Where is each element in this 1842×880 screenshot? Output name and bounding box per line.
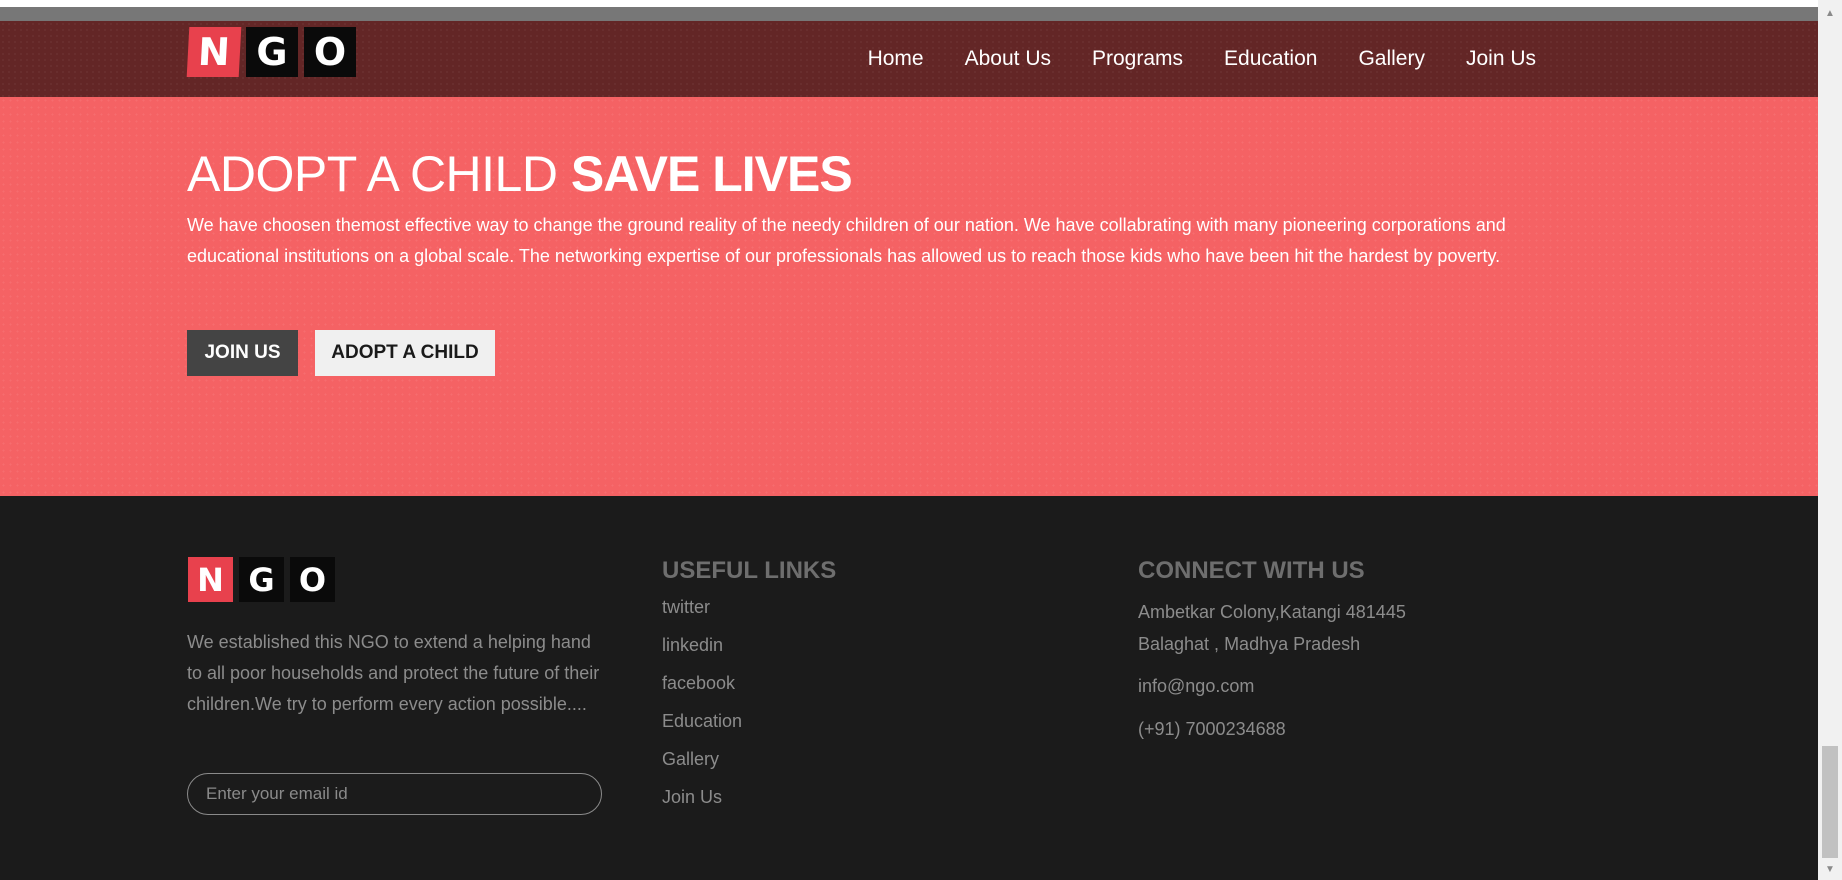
contact-address: Ambetkar Colony,Katangi 481445 Balaghat ,…	[1138, 596, 1406, 660]
ngo-logo[interactable]: N G O	[186, 27, 356, 77]
email-input[interactable]	[187, 773, 602, 815]
scroll-thumb[interactable]	[1822, 746, 1838, 858]
footer-about-text: We established this NGO to extend a help…	[187, 632, 600, 714]
list-item: twitter	[662, 597, 742, 635]
link-education[interactable]: Education	[662, 711, 742, 731]
link-twitter[interactable]: twitter	[662, 597, 710, 617]
logo-letter-o: O	[304, 27, 356, 77]
hero-title: ADOPT A CHILD SAVE LIVES	[187, 145, 853, 203]
nav-gallery[interactable]: Gallery	[1358, 47, 1425, 71]
nav-education[interactable]: Education	[1224, 47, 1317, 71]
contact-email: info@ngo.com	[1138, 676, 1255, 696]
nav-about-us[interactable]: About Us	[965, 47, 1051, 71]
hero-title-bold: SAVE LIVES	[570, 146, 853, 202]
logo-letter-g: G	[246, 27, 298, 77]
footer-ngo-logo: N G O	[188, 557, 335, 602]
scrollbar[interactable]: ▲ ▼	[1818, 0, 1842, 880]
link-facebook[interactable]: facebook	[662, 673, 735, 693]
navbar: N G O Home About Us Programs Education G…	[0, 21, 1818, 97]
hero-description: We have choosen themost effective way to…	[187, 215, 1506, 266]
useful-links-heading: USEFUL LINKS	[662, 557, 837, 584]
list-item: Gallery	[662, 749, 742, 787]
footer-logo-letter-g: G	[239, 557, 284, 602]
list-item: Education	[662, 711, 742, 749]
hero-title-light: ADOPT A CHILD	[187, 146, 571, 202]
list-item: facebook	[662, 673, 742, 711]
hero-section: ADOPT A CHILD SAVE LIVES We have choosen…	[0, 97, 1818, 496]
address-line-2: Balaghat , Madhya Pradesh	[1138, 634, 1361, 654]
address-line-1: Ambetkar Colony,Katangi 481445	[1138, 602, 1406, 622]
adopt-a-child-button[interactable]: ADOPT A CHILD	[315, 330, 495, 376]
link-gallery[interactable]: Gallery	[662, 749, 719, 769]
connect-heading: CONNECT WITH US	[1138, 557, 1365, 584]
logo-letter-n: N	[186, 27, 242, 77]
join-us-button[interactable]: JOIN US	[187, 330, 298, 376]
footer-logo-letter-n: N	[188, 557, 233, 602]
nav-home[interactable]: Home	[868, 47, 924, 71]
nav-join-us[interactable]: Join Us	[1466, 47, 1536, 71]
triangle-down-icon[interactable]: ▼	[1818, 860, 1842, 878]
page: N G O Home About Us Programs Education G…	[0, 0, 1818, 880]
list-item: linkedin	[662, 635, 742, 673]
footer: N G O We established this NGO to extend …	[0, 496, 1818, 880]
nav-links: Home About Us Programs Education Gallery…	[868, 21, 1536, 97]
nav-programs[interactable]: Programs	[1092, 47, 1183, 71]
footer-logo-letter-o: O	[290, 557, 335, 602]
header-top-bar	[0, 7, 1818, 21]
contact-phone: (+91) 7000234688	[1138, 719, 1286, 739]
link-join-us[interactable]: Join Us	[662, 787, 722, 807]
useful-links-list: twitter linkedin facebook Education Gall…	[662, 597, 742, 825]
list-item: Join Us	[662, 787, 742, 825]
link-linkedin[interactable]: linkedin	[662, 635, 723, 655]
triangle-up-icon[interactable]: ▲	[1818, 4, 1842, 22]
